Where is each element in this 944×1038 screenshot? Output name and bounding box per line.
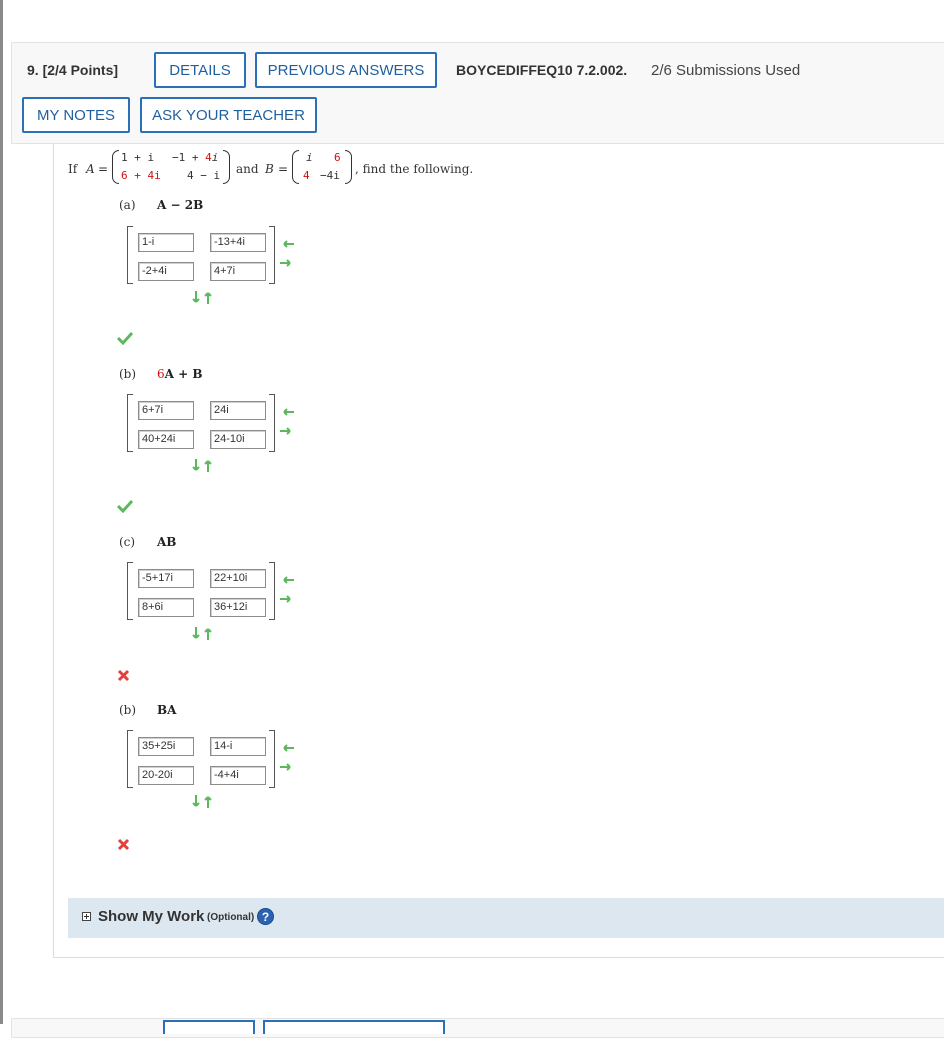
matrix-a-entry: 6 + 4i — [121, 169, 161, 182]
matrix-b-entry: 4 — [303, 169, 310, 182]
add-remove-row-icon[interactable] — [188, 626, 218, 642]
part-label: (c) — [119, 535, 136, 549]
matrix-a-entry: −1 + 4i — [172, 151, 219, 164]
column-resize-arrows — [278, 572, 296, 608]
answer-matrix: 35+25i 14-i 20-20i -4+4i — [127, 730, 275, 788]
help-icon[interactable]: ? — [257, 908, 274, 925]
find-following-text: , find the following. — [355, 162, 474, 176]
remove-column-icon[interactable] — [278, 740, 296, 776]
answer-input[interactable]: 6+7i — [138, 401, 194, 420]
answer-input[interactable]: -4+4i — [210, 766, 266, 785]
matrix-left-bracket — [127, 394, 133, 452]
part-expression: A − 2B — [157, 198, 204, 212]
part-label: (b) — [119, 367, 137, 381]
remove-column-icon[interactable] — [278, 236, 296, 272]
checkmark-icon — [116, 498, 134, 517]
checkmark-icon — [116, 330, 134, 349]
answer-input[interactable]: 24i — [210, 401, 266, 420]
matrix-right-bracket — [269, 394, 275, 452]
row-resize-arrows — [188, 290, 218, 306]
matrix-b-left-paren — [292, 150, 299, 184]
equals-sign: = — [98, 162, 109, 176]
matrix-left-bracket — [127, 226, 133, 284]
previous-answers-button[interactable]: PREVIOUS ANSWERS — [255, 52, 437, 88]
submissions-used: 2/6 Submissions Used — [651, 62, 801, 79]
remove-column-icon[interactable] — [278, 572, 296, 608]
show-my-work-title[interactable]: Show My Work — [98, 908, 204, 925]
answer-input[interactable]: 35+25i — [138, 737, 194, 756]
matrix-a-name: A — [86, 162, 95, 176]
answer-input[interactable]: 24-10i — [210, 430, 266, 449]
my-notes-button[interactable]: MY NOTES — [22, 97, 130, 133]
ask-teacher-button[interactable]: ASK YOUR TEACHER — [140, 97, 317, 133]
answer-input[interactable]: -13+4i — [210, 233, 266, 252]
x-icon — [117, 667, 130, 686]
question-points: [2/4 Points] — [42, 62, 119, 78]
answer-input[interactable]: 4+7i — [210, 262, 266, 281]
matrix-b-name: B — [265, 162, 274, 176]
column-resize-arrows — [278, 236, 296, 272]
problem-code: BOYCEDIFFEQ10 7.2.002. — [456, 62, 628, 78]
next-details-button[interactable] — [163, 1020, 255, 1034]
add-remove-row-icon[interactable] — [188, 794, 218, 810]
plus-box-icon[interactable] — [82, 912, 91, 921]
answer-matrix: 1-i -13+4i -2+4i 4+7i — [127, 226, 275, 284]
answer-input[interactable]: 14-i — [210, 737, 266, 756]
matrix-b-entry: −4i — [320, 169, 340, 182]
add-remove-row-icon[interactable] — [188, 458, 218, 474]
equals-sign: = — [278, 162, 289, 176]
column-resize-arrows — [278, 404, 296, 440]
details-button[interactable]: DETAILS — [154, 52, 246, 88]
part-expression: BA — [157, 703, 177, 717]
matrix-a-entry: 1 + i — [121, 151, 155, 164]
answer-input[interactable]: 1-i — [138, 233, 194, 252]
row-resize-arrows — [188, 794, 218, 810]
matrix-left-bracket — [127, 562, 133, 620]
question-number: 9. [2/4 Points] — [27, 62, 119, 78]
answer-input[interactable]: 20-20i — [138, 766, 194, 785]
matrix-right-bracket — [269, 226, 275, 284]
next-question-header — [11, 1018, 944, 1038]
matrix-a-right-paren — [223, 150, 230, 184]
next-previous-answers-button[interactable] — [263, 1020, 445, 1034]
problem-statement: If A = 1 + i −1 + 4i 6 + 4i 4 − i and B … — [68, 148, 568, 188]
answer-input[interactable]: -5+17i — [138, 569, 194, 588]
answer-input[interactable]: -2+4i — [138, 262, 194, 281]
matrix-left-bracket — [127, 730, 133, 788]
matrix-b-entry: i — [306, 151, 313, 164]
matrix-right-bracket — [269, 730, 275, 788]
remove-column-icon[interactable] — [278, 404, 296, 440]
row-resize-arrows — [188, 458, 218, 474]
matrix-right-bracket — [269, 562, 275, 620]
part-label: (b) — [119, 703, 137, 717]
if-text: If — [68, 162, 78, 176]
optional-label: (Optional) — [207, 912, 255, 923]
column-resize-arrows — [278, 740, 296, 776]
x-icon — [117, 836, 130, 855]
show-my-work-toggle[interactable]: Show My Work (Optional) ? — [68, 898, 944, 938]
answer-input[interactable]: 22+10i — [210, 569, 266, 588]
matrix-a-left-paren — [112, 150, 119, 184]
part-label: (a) — [119, 198, 136, 212]
answer-input[interactable]: 8+6i — [138, 598, 194, 617]
and-text: and — [236, 162, 259, 176]
page-left-border — [0, 0, 3, 1024]
matrix-b-entry: 6 — [334, 151, 341, 164]
row-resize-arrows — [188, 626, 218, 642]
answer-input[interactable]: 36+12i — [210, 598, 266, 617]
matrix-a-entry: 4 − i — [187, 169, 221, 182]
part-expression: 6A + B — [157, 367, 203, 381]
add-remove-row-icon[interactable] — [188, 290, 218, 306]
part-expression: AB — [157, 535, 177, 549]
answer-matrix: 6+7i 24i 40+24i 24-10i — [127, 394, 275, 452]
answer-matrix: -5+17i 22+10i 8+6i 36+12i — [127, 562, 275, 620]
answer-input[interactable]: 40+24i — [138, 430, 194, 449]
matrix-b-right-paren — [345, 150, 352, 184]
